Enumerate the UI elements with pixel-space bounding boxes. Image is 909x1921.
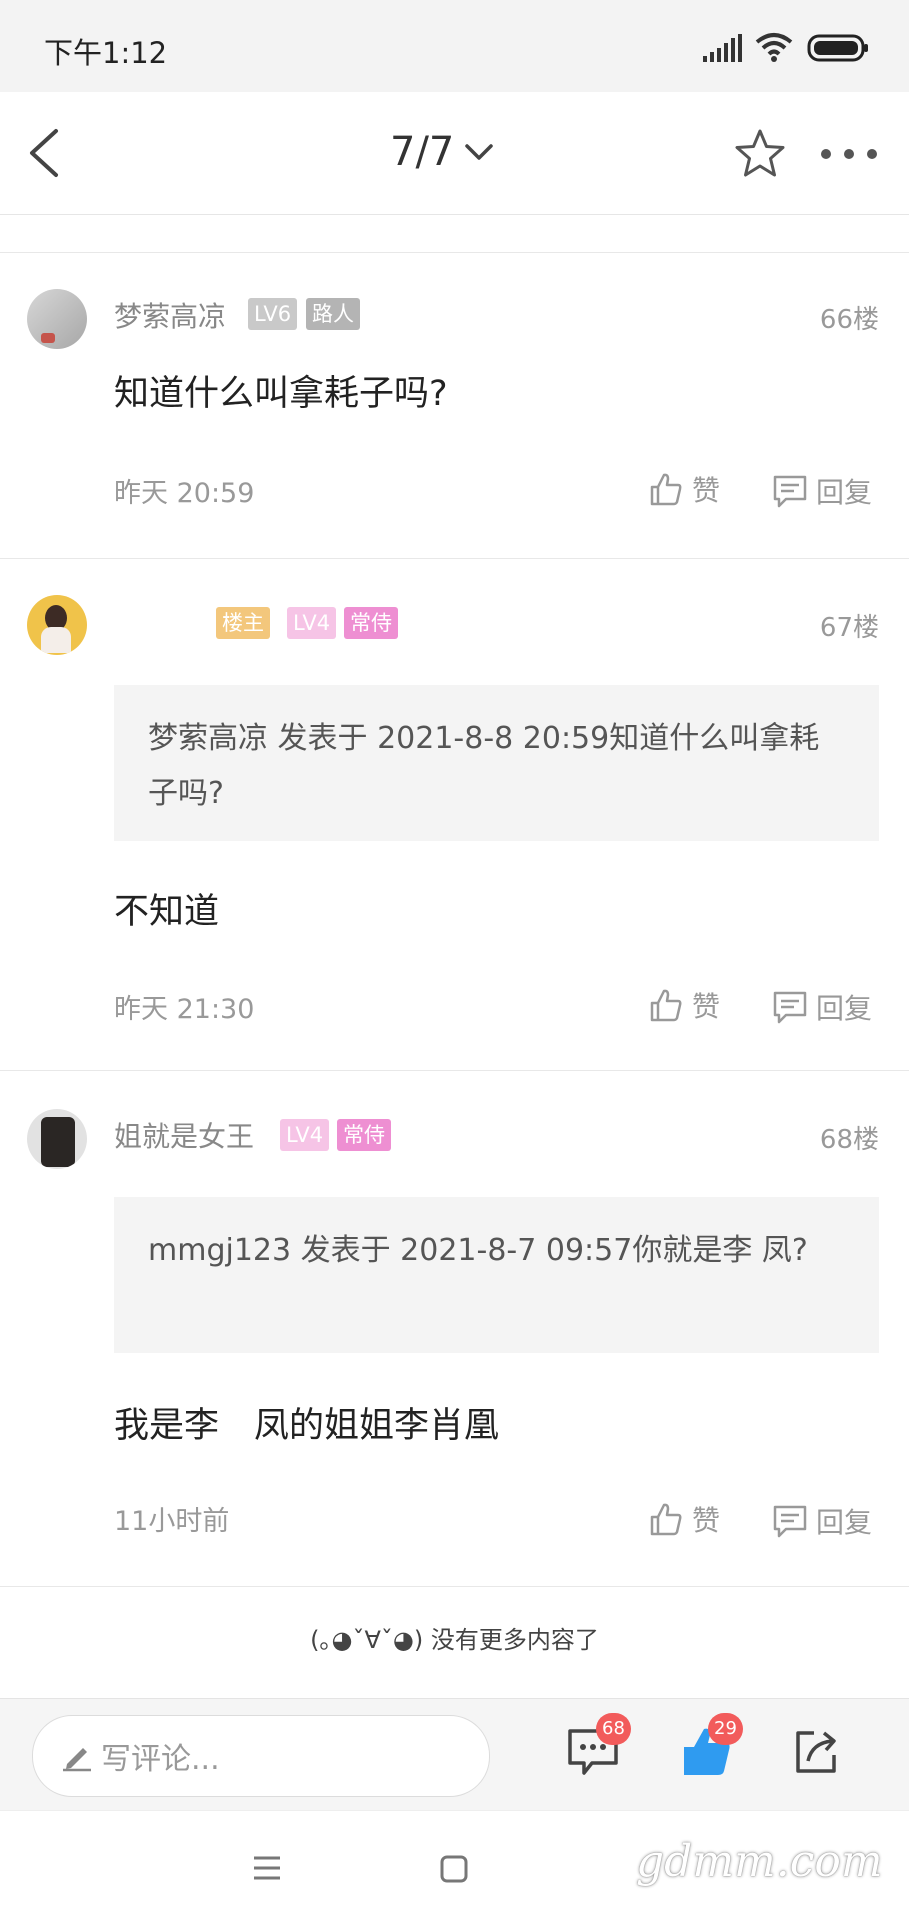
like-count-badge: 29 xyxy=(708,1713,743,1745)
wifi-icon xyxy=(755,33,793,62)
page-selector[interactable]: 7/7 xyxy=(390,124,496,180)
share-icon xyxy=(796,1731,836,1773)
floor-number: 67楼 xyxy=(819,613,879,643)
back-arrow-icon[interactable] xyxy=(22,125,72,181)
floor-number: 66楼 xyxy=(819,305,879,335)
post-content: 我是李 凤的姐姐李肖凰 xyxy=(114,1406,500,1446)
post-timestamp: 昨天 20:59 xyxy=(114,478,255,509)
reply-button[interactable]: 回复 xyxy=(772,987,872,1027)
owner-badge: 楼主 xyxy=(216,607,270,639)
post-content: 知道什么叫拿耗子吗? xyxy=(114,374,448,414)
post-timestamp: 昨天 21:30 xyxy=(114,994,255,1025)
post-timestamp: 11小时前 xyxy=(114,1506,230,1537)
comment-icon xyxy=(773,475,807,508)
comment-input[interactable]: 写评论... xyxy=(32,1715,490,1797)
avatar[interactable] xyxy=(27,1109,87,1169)
quoted-reply: 梦萦高凉 发表于 2021-8-8 20:59知道什么叫拿耗子吗? xyxy=(114,685,879,841)
comments-button[interactable]: 68 xyxy=(562,1713,631,1783)
title-badge: 常侍 xyxy=(344,607,398,639)
username[interactable]: 姐就是女王 xyxy=(114,1115,254,1155)
reply-label: 回复 xyxy=(816,476,873,509)
status-icons xyxy=(703,30,873,70)
reply-post: 梦萦高凉 LV6 路人 66楼 知道什么叫拿耗子吗? 昨天 20:59 赞 回复 xyxy=(0,252,909,559)
comment-count-badge: 68 xyxy=(596,1713,631,1745)
thumbs-up-icon xyxy=(650,473,682,506)
status-bar: 下午1:12 xyxy=(0,0,909,92)
like-button[interactable]: 赞 xyxy=(648,469,720,509)
level-badge: LV4 xyxy=(280,1119,330,1151)
username[interactable]: 梦萦高凉 xyxy=(114,295,226,335)
divider xyxy=(0,1586,909,1587)
avatar[interactable] xyxy=(27,289,87,349)
favorite-star-icon[interactable] xyxy=(732,126,788,182)
like-button[interactable]: 赞 xyxy=(648,1499,720,1539)
reply-button[interactable]: 回复 xyxy=(772,471,872,511)
like-button[interactable]: 赞 xyxy=(648,985,720,1025)
comment-icon xyxy=(773,991,807,1024)
reply-post: 姐就是女王 LV4 常侍 68楼 mmgj123 发表于 2021-8-7 09… xyxy=(0,1070,909,1587)
title-badge: 常侍 xyxy=(337,1119,391,1151)
watermark: gdmm.com xyxy=(636,1836,883,1887)
pencil-icon xyxy=(63,1748,91,1772)
comment-placeholder: 写评论... xyxy=(101,1742,220,1777)
thumbs-up-icon xyxy=(650,989,682,1022)
quoted-reply: mmgj123 发表于 2021-8-7 09:57你就是李 凤? xyxy=(114,1197,879,1353)
home-icon[interactable] xyxy=(438,1853,470,1885)
avatar[interactable] xyxy=(27,595,87,655)
reply-button[interactable]: 回复 xyxy=(772,1501,872,1541)
menu-icon[interactable] xyxy=(250,1853,284,1883)
like-thread-button[interactable]: 29 xyxy=(674,1713,743,1783)
status-time: 下午1:12 xyxy=(44,36,168,70)
bottom-action-bar: 写评论... 68 29 xyxy=(0,1698,909,1811)
signal-icon xyxy=(703,34,742,62)
share-button[interactable] xyxy=(784,1719,848,1783)
thumbs-up-icon xyxy=(650,1503,682,1536)
battery-icon xyxy=(807,34,868,62)
reply-label: 回复 xyxy=(816,992,873,1025)
more-options-icon[interactable] xyxy=(818,136,880,172)
reply-label: 回复 xyxy=(816,1506,873,1539)
no-more-content-note: (｡◕ˇ∀ˇ◕) 没有更多内容了 xyxy=(310,1626,599,1654)
title-badge: 路人 xyxy=(306,298,360,330)
reply-post: 楼主 LV4 常侍 67楼 梦萦高凉 发表于 2021-8-8 20:59知道什… xyxy=(0,558,909,1071)
like-label: 赞 xyxy=(692,474,721,507)
level-badge: LV4 xyxy=(287,607,337,639)
level-badge: LV6 xyxy=(248,298,298,330)
post-content: 不知道 xyxy=(114,892,220,932)
comment-icon xyxy=(773,1505,807,1538)
floor-number: 68楼 xyxy=(819,1125,879,1155)
top-nav-bar: 7/7 xyxy=(0,92,909,215)
like-label: 赞 xyxy=(692,1504,721,1537)
like-label: 赞 xyxy=(692,990,721,1023)
chevron-down-icon xyxy=(465,144,494,160)
page-indicator-text: 7/7 xyxy=(390,129,455,175)
